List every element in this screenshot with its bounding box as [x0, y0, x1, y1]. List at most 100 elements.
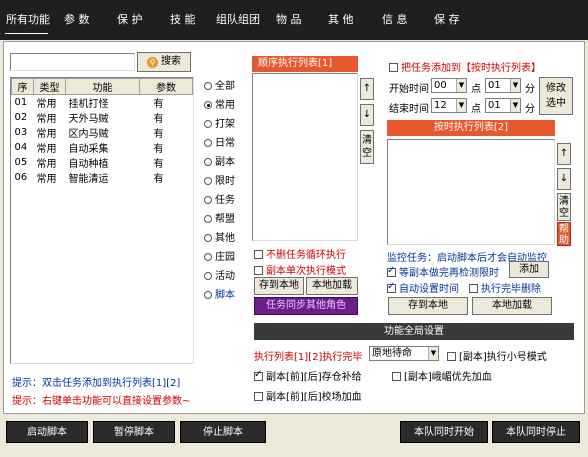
- radio-limited[interactable]: 限时: [204, 172, 235, 187]
- cell: 天外马贼: [68, 114, 109, 125]
- dungeon-priority-checkbox[interactable]: [副本]峨嵋优先加血: [392, 368, 492, 383]
- sequence-list[interactable]: [252, 73, 358, 241]
- no-delete-checkbox[interactable]: 不删任务循环执行: [254, 246, 346, 261]
- chevron-down-icon: ▼: [456, 79, 466, 92]
- radio-label: 打架: [215, 119, 235, 130]
- radio-dot: [204, 101, 212, 109]
- end-minute-select[interactable]: 01 ▼: [485, 98, 521, 113]
- exec-done-label: 执行列表[1][2]执行完毕: [254, 352, 363, 363]
- cell: 智能清运: [68, 174, 109, 185]
- sequence-up-button[interactable]: ↑: [360, 78, 374, 100]
- table-row[interactable]: 06 常用 智能清运 有: [12, 170, 193, 185]
- auto-time-checkbox[interactable]: 自动设置时间: [387, 280, 459, 295]
- checkbox-box: [447, 352, 456, 361]
- radio-quest[interactable]: 任务: [204, 191, 235, 206]
- timed-down-button[interactable]: ↓: [557, 168, 571, 190]
- tab-all-functions[interactable]: 所有功能: [2, 0, 50, 40]
- table-row[interactable]: 01 常用 挂机打怪 有: [12, 95, 193, 110]
- modify-selected-button[interactable]: 修改 选中: [539, 77, 573, 115]
- tab-other[interactable]: 其 他: [324, 0, 354, 40]
- select-value: 00: [434, 80, 447, 91]
- table-row[interactable]: 05 常用 自动种植 有: [12, 155, 193, 170]
- team-stop-button[interactable]: 本队同时停止: [492, 421, 580, 443]
- radio-dot: [204, 272, 212, 280]
- delete-done-checkbox[interactable]: 执行完毕删除: [469, 280, 541, 295]
- tab-params[interactable]: 参 数: [60, 0, 90, 40]
- table-row[interactable]: 04 常用 自动采集 有: [12, 140, 193, 155]
- small-mode-checkbox[interactable]: [副本]执行小号模式: [447, 348, 547, 363]
- sequence-load-local-button[interactable]: 本地加载: [306, 277, 358, 295]
- cell: 挂机打怪: [68, 99, 109, 110]
- radio-dot: [204, 158, 212, 166]
- radio-event[interactable]: 活动: [204, 267, 235, 282]
- cell: 有: [153, 129, 164, 140]
- radio-dot: [204, 120, 212, 128]
- timed-up-button[interactable]: ↑: [557, 143, 571, 165]
- search-input[interactable]: [10, 53, 135, 71]
- sequence-list-header: 顺序执行列表[1]: [252, 56, 358, 72]
- store-supply-checkbox[interactable]: 副本[前][后]存仓补给: [254, 368, 362, 383]
- cell: 常用: [36, 159, 57, 170]
- stop-script-button[interactable]: 停止脚本: [180, 421, 266, 443]
- select-value: 01: [488, 100, 501, 111]
- help-button[interactable]: 帮助: [557, 222, 571, 246]
- radio-fight[interactable]: 打架: [204, 115, 235, 130]
- tab-items[interactable]: 物 品: [272, 0, 302, 40]
- end-hour-select[interactable]: 12 ▼: [431, 98, 467, 113]
- tab-skills[interactable]: 技 能: [166, 0, 196, 40]
- timed-load-local-button[interactable]: 本地加载: [472, 297, 552, 315]
- sequence-down-button[interactable]: ↓: [360, 104, 374, 126]
- select-value: 01: [488, 80, 501, 91]
- timed-clear-button[interactable]: 清空: [557, 193, 571, 221]
- tab-save[interactable]: 保 存: [430, 0, 460, 40]
- chevron-down-icon: ▼: [510, 79, 520, 92]
- cell: 02: [14, 112, 28, 123]
- radio-all[interactable]: 全部: [204, 77, 235, 92]
- radio-other[interactable]: 其他: [204, 229, 235, 244]
- cell: 有: [153, 174, 164, 185]
- tab-team[interactable]: 组队组团: [212, 0, 260, 40]
- radio-label: 庄园: [215, 252, 235, 263]
- function-table[interactable]: 序 类型 功能 参数 01 常用 挂机打怪有 02 常用 天外马贼有 03 常用 区内马贼有…: [10, 77, 194, 364]
- table-row[interactable]: 02 常用 天外马贼 有: [12, 110, 193, 125]
- start-hour-select[interactable]: 00 ▼: [431, 78, 467, 93]
- radio-dot: [204, 291, 212, 299]
- checkbox-label: [副本]峨嵋优先加血: [404, 372, 492, 383]
- radio-label: 任务: [215, 195, 235, 206]
- timed-save-local-button[interactable]: 存到本地: [388, 297, 468, 315]
- tab-protect[interactable]: 保 护: [113, 0, 143, 40]
- add-timed-button[interactable]: 添加: [509, 261, 549, 278]
- cell: 05: [14, 157, 28, 168]
- wait-dungeon-checkbox[interactable]: 等副本做完再检测限时: [387, 264, 499, 279]
- team-start-button[interactable]: 本队同时开始: [400, 421, 488, 443]
- radio-manor[interactable]: 庄园: [204, 248, 235, 263]
- sync-tasks-button[interactable]: 任务同步其他角色: [254, 297, 358, 315]
- tab-bar: 所有功能 参 数 保 护 技 能 组队组团 物 品 其 他 信 息 保 存: [0, 0, 588, 40]
- start-script-button[interactable]: 启动脚本: [6, 421, 88, 443]
- checkbox-box: [254, 369, 263, 381]
- tab-info[interactable]: 信 息: [378, 0, 408, 40]
- radio-daily[interactable]: 日常: [204, 134, 235, 149]
- heal-checkbox[interactable]: 副本[前][后]校场加血: [254, 388, 362, 403]
- cell: 常用: [36, 144, 57, 155]
- table-row[interactable]: 03 常用 区内马贼 有: [12, 125, 193, 140]
- add-timed-checkbox[interactable]: 把任务添加到【按时执行列表】: [389, 59, 541, 74]
- cell: 有: [153, 144, 164, 155]
- radio-dungeon[interactable]: 副本: [204, 153, 235, 168]
- sequence-clear-button[interactable]: 清空: [360, 130, 374, 164]
- timed-list[interactable]: [387, 139, 555, 245]
- start-minute-select[interactable]: 01 ▼: [485, 78, 521, 93]
- radio-common[interactable]: 常用: [204, 96, 235, 111]
- radio-guild[interactable]: 帮盟: [204, 210, 235, 225]
- single-mode-checkbox[interactable]: 副本单次执行模式: [254, 262, 346, 277]
- radio-label: 全部: [215, 81, 235, 92]
- sequence-save-local-button[interactable]: 存到本地: [254, 277, 304, 295]
- pause-script-button[interactable]: 暂停脚本: [93, 421, 175, 443]
- search-button[interactable]: ⚲ 搜索: [137, 52, 191, 72]
- checkbox-label: 副本单次执行模式: [266, 266, 346, 277]
- radio-script[interactable]: 脚本: [204, 286, 235, 301]
- point-label: 点: [471, 104, 481, 115]
- checkbox-label: 自动设置时间: [399, 284, 459, 295]
- exec-done-select[interactable]: 原地待命 ▼: [369, 346, 439, 361]
- cell: 常用: [36, 114, 57, 125]
